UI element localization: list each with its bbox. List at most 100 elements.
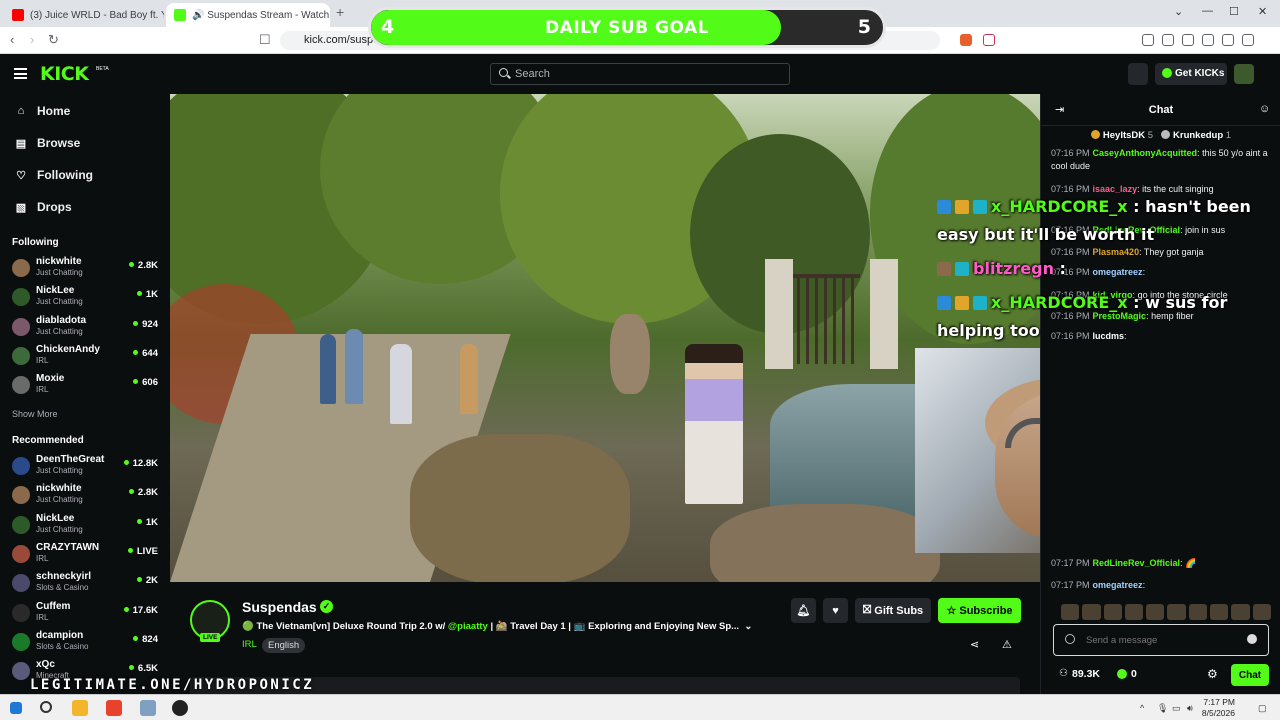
- message-separator: :: [1142, 580, 1146, 590]
- video-scene: [710, 504, 940, 582]
- start-icon[interactable]: [10, 702, 22, 714]
- sidebar-item-drops[interactable]: ▧ Drops: [15, 200, 72, 214]
- music-icon[interactable]: [1162, 34, 1174, 46]
- menu-icon[interactable]: [14, 68, 27, 79]
- sidebar-channel-diabladota[interactable]: diabladota Just Chatting 924: [12, 315, 162, 341]
- forward-icon[interactable]: ›: [30, 32, 34, 47]
- streamer-name[interactable]: Suspendas: [242, 599, 317, 615]
- emote-icon[interactable]: [1210, 604, 1229, 620]
- microphone-icon[interactable]: 🎙︎: [1157, 703, 1168, 714]
- emote-icon[interactable]: [1188, 604, 1208, 620]
- message-username[interactable]: omegatreez: [1093, 580, 1143, 590]
- back-icon[interactable]: ‹: [10, 32, 14, 47]
- volume-icon[interactable]: 🔊︎: [1187, 703, 1193, 714]
- sidebar-channel-cuffem[interactable]: Cuffem IRL 17.6K: [12, 601, 162, 627]
- emote-icon[interactable]: [1124, 604, 1144, 620]
- sidebar-channel-nickwhite[interactable]: nickwhite Just Chatting 2.8K: [12, 256, 162, 282]
- obs-icon[interactable]: [172, 700, 188, 716]
- message-username[interactable]: lucdms: [1093, 331, 1125, 341]
- chat-users-icon[interactable]: ☺: [1259, 103, 1270, 115]
- tray-chevron-icon[interactable]: ^: [1140, 703, 1144, 713]
- message-username[interactable]: Plasma420: [1093, 247, 1140, 257]
- channel-category: Just Chatting: [36, 524, 83, 534]
- chat-badge-icon[interactable]: [1065, 634, 1075, 644]
- sidebar-icon[interactable]: [1182, 34, 1194, 46]
- sidebar-channel-crazytawn[interactable]: CRAZYTAWN IRL LIVE: [12, 542, 162, 568]
- expand-title-icon[interactable]: ⌄: [742, 621, 752, 632]
- brave-rewards-icon[interactable]: [983, 34, 995, 46]
- video-player[interactable]: [170, 94, 1040, 582]
- vpn-icon[interactable]: [1242, 34, 1254, 46]
- emote-icon[interactable]: [1252, 604, 1271, 620]
- close-window-button[interactable]: ✕: [1258, 5, 1267, 18]
- message-username[interactable]: isaac_lazy: [1093, 184, 1138, 194]
- message-username[interactable]: omegatreez: [1093, 267, 1143, 277]
- file-explorer-icon[interactable]: [72, 700, 88, 716]
- user-avatar[interactable]: [1234, 64, 1254, 84]
- leo-icon[interactable]: [1222, 34, 1234, 46]
- chat-message-input[interactable]: Send a message: [1053, 624, 1269, 656]
- sidebar-item-browse[interactable]: ▤ Browse: [15, 136, 81, 150]
- sidebar-channel-chickenandy[interactable]: ChickenAndy IRL 644: [12, 344, 162, 370]
- chat-settings-icon[interactable]: ⚙: [1207, 667, 1218, 681]
- sidebar-channel-nicklee[interactable]: NickLee Just Chatting 1K: [12, 513, 162, 539]
- emote-icon[interactable]: [1231, 604, 1250, 620]
- sidebar-channel-nicklee[interactable]: NickLee Just Chatting 1K: [12, 285, 162, 311]
- search-icon[interactable]: [40, 701, 52, 713]
- brave-shield-icon[interactable]: [960, 34, 972, 46]
- bookmark-icon[interactable]: ☐: [259, 32, 271, 48]
- send-chat-button[interactable]: Chat: [1231, 664, 1269, 686]
- notifications-icon[interactable]: ▢: [1258, 703, 1267, 714]
- gift-subs-button[interactable]: ⛝ Gift Subs: [855, 598, 931, 623]
- sidebar-channel-schneckyirl[interactable]: schneckyirl Slots & Casino 2K: [12, 571, 162, 597]
- app-icon[interactable]: [140, 700, 156, 716]
- emote-icon[interactable]: [1146, 604, 1165, 620]
- share-icon[interactable]: ⋖: [970, 638, 979, 651]
- library-icon[interactable]: [1128, 63, 1148, 85]
- sidebar-channel-nickwhite[interactable]: nickwhite Just Chatting 2.8K: [12, 483, 162, 509]
- stream-title-part: | 🚵 Travel Day 1 | 📺 Exploring and Enjoy…: [487, 621, 740, 632]
- reload-icon[interactable]: ↻: [48, 32, 59, 48]
- sidebar-channel-moxie[interactable]: Moxie IRL 606: [12, 373, 162, 399]
- mention-link[interactable]: @piaatty: [448, 621, 488, 632]
- sidebar-item-home[interactable]: ⌂ Home: [15, 104, 71, 118]
- emote-icon[interactable]: [1167, 604, 1186, 620]
- sidebar-item-following[interactable]: ♡ Following: [15, 168, 93, 182]
- kick-logo[interactable]: KICK: [40, 63, 89, 85]
- browser-tab-youtube[interactable]: (3) Juice WRLD - Bad Boy ft. Young T ×: [4, 3, 164, 27]
- show-more-link[interactable]: Show More: [12, 409, 58, 419]
- language-tag[interactable]: English: [262, 638, 306, 653]
- browser-tab-kick[interactable]: 🔊 Suspendas Stream - Watch Li ×: [166, 3, 330, 27]
- channel-name: DeenTheGreat: [36, 454, 105, 465]
- message-username[interactable]: PrestoMagic: [1093, 311, 1147, 321]
- report-icon[interactable]: ⚠: [1002, 638, 1012, 651]
- message-username[interactable]: RedLineRev_Official: [1093, 558, 1181, 568]
- subscribe-button[interactable]: ☆ Subscribe: [938, 598, 1021, 623]
- viewer-value: 6.5K: [137, 663, 158, 675]
- emoji-picker-icon[interactable]: [1247, 634, 1257, 644]
- clock[interactable]: 7:17 PM 8/5/2026: [1202, 697, 1235, 719]
- gifter-name: HeyItsDK: [1102, 130, 1146, 141]
- brave-browser-icon[interactable]: [106, 700, 122, 716]
- follow-heart-icon[interactable]: ♥: [823, 598, 848, 623]
- message-username[interactable]: CaseyAnthonyAcquitted: [1093, 148, 1198, 158]
- wallet-icon[interactable]: [1202, 34, 1214, 46]
- sidebar-channel-dcampion[interactable]: dcampion Slots & Casino 824: [12, 630, 162, 656]
- new-tab-button[interactable]: +: [336, 4, 344, 20]
- notification-bell-icon[interactable]: 🔔︎: [791, 598, 816, 623]
- search-input[interactable]: Search: [490, 63, 790, 85]
- network-icon[interactable]: ▭: [1172, 703, 1181, 714]
- emote-icon[interactable]: [1061, 604, 1080, 620]
- tab-search-icon[interactable]: ⌄: [1174, 5, 1183, 18]
- maximize-button[interactable]: ☐: [1229, 5, 1239, 18]
- emote-icon[interactable]: [1103, 604, 1122, 620]
- menu-icon[interactable]: [1262, 34, 1274, 46]
- category-link[interactable]: IRL: [242, 639, 257, 650]
- sidebar-channel-deenthegreat[interactable]: DeenTheGreat Just Chatting 12.8K: [12, 454, 162, 480]
- minimize-button[interactable]: —: [1202, 5, 1213, 17]
- live-dot-icon: [123, 606, 129, 612]
- extensions-icon[interactable]: [1142, 34, 1154, 46]
- emote-bar[interactable]: [1061, 604, 1271, 620]
- emote-icon[interactable]: [1082, 604, 1101, 620]
- overlay-text: easy but it'll be worth it: [937, 225, 1155, 244]
